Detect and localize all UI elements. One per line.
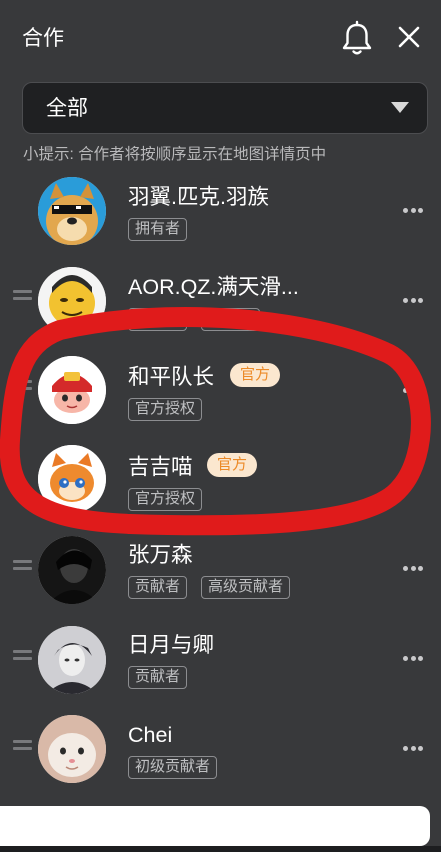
member-name: Chei — [128, 723, 173, 747]
member-name: 张万森 — [128, 543, 193, 567]
more-dots-icon[interactable] — [403, 566, 423, 572]
cat-face-avatar — [38, 715, 106, 783]
member-row[interactable]: Chei 初级贡献者 — [0, 708, 441, 796]
bottom-input-area[interactable] — [0, 806, 430, 846]
member-tags: 贡献者 模型师 — [128, 308, 274, 332]
drag-handle-icon[interactable] — [13, 560, 32, 573]
bell-icon[interactable] — [338, 20, 376, 58]
drag-handle-icon[interactable] — [13, 290, 32, 303]
member-name: 吉吉喵 — [128, 455, 193, 479]
member-tags: 官方授权 — [128, 398, 216, 422]
more-dots-icon[interactable] — [403, 388, 423, 394]
filter-selected-value: 全部 — [46, 97, 88, 120]
official-badge: 官方 — [207, 453, 258, 477]
bottom-strip — [0, 846, 441, 852]
role-tag: 贡献者 — [128, 576, 188, 599]
member-name: 羽翼.匹克.羽族 — [128, 185, 269, 209]
doge-sunglasses-avatar — [38, 177, 106, 245]
member-tags: 初级贡献者 — [128, 756, 231, 780]
more-dots-icon[interactable] — [403, 656, 423, 662]
caret-down-icon — [391, 102, 409, 113]
collaborators-panel: 合作 全部 小提示: 合作者将按顺序显示在地图详情页中 羽翼.匹克.羽族 拥有者… — [0, 0, 441, 852]
member-tags: 贡献者 高级贡献者 — [128, 576, 304, 600]
member-tags: 官方授权 — [128, 488, 216, 512]
member-row[interactable]: AOR.QZ.满天滑... 贡献者 模型师 — [0, 258, 441, 346]
dark-portrait-avatar — [38, 536, 106, 604]
orange-cat-avatar — [38, 445, 106, 513]
member-row[interactable]: 和平队长 官方 官方授权 — [0, 348, 441, 436]
role-tag: 贡献者 — [128, 308, 188, 331]
role-tag: 贡献者 — [128, 666, 188, 689]
role-tag: 拥有者 — [128, 218, 188, 241]
panel-title: 合作 — [22, 27, 64, 50]
role-tag: 初级贡献者 — [128, 756, 218, 779]
member-tags: 贡献者 — [128, 666, 201, 690]
member-row[interactable]: 羽翼.匹克.羽族 拥有者 — [0, 168, 441, 256]
member-name: 和平队长 — [128, 365, 215, 389]
drag-handle-icon[interactable] — [13, 650, 32, 663]
member-tags: 拥有者 — [128, 218, 201, 242]
member-name: 日月与卿 — [128, 633, 215, 657]
close-icon[interactable] — [394, 22, 424, 52]
member-name: AOR.QZ.满天滑... — [128, 275, 299, 299]
drag-handle-icon[interactable] — [13, 740, 32, 753]
panel-header: 合作 — [0, 0, 441, 78]
role-tag: 官方授权 — [128, 488, 203, 511]
yellow-smiley-avatar — [38, 267, 106, 335]
member-row[interactable]: 吉吉喵 官方 官方授权 — [0, 438, 441, 526]
official-badge: 官方 — [230, 363, 281, 387]
member-row[interactable]: 日月与卿 贡献者 — [0, 618, 441, 706]
more-dots-icon[interactable] — [403, 298, 423, 304]
more-dots-icon[interactable] — [403, 746, 423, 752]
role-tag: 官方授权 — [128, 398, 203, 421]
role-tag: 高级贡献者 — [201, 576, 291, 599]
filter-dropdown[interactable]: 全部 — [22, 82, 428, 134]
anime-portrait-avatar — [38, 626, 106, 694]
member-row[interactable]: 张万森 贡献者 高级贡献者 — [0, 528, 441, 616]
role-tag: 模型师 — [201, 308, 261, 331]
red-mascot-avatar — [38, 356, 106, 424]
drag-handle-icon[interactable] — [13, 380, 32, 393]
tip-text: 小提示: 合作者将按顺序显示在地图详情页中 — [23, 146, 327, 163]
more-dots-icon[interactable] — [403, 208, 423, 214]
